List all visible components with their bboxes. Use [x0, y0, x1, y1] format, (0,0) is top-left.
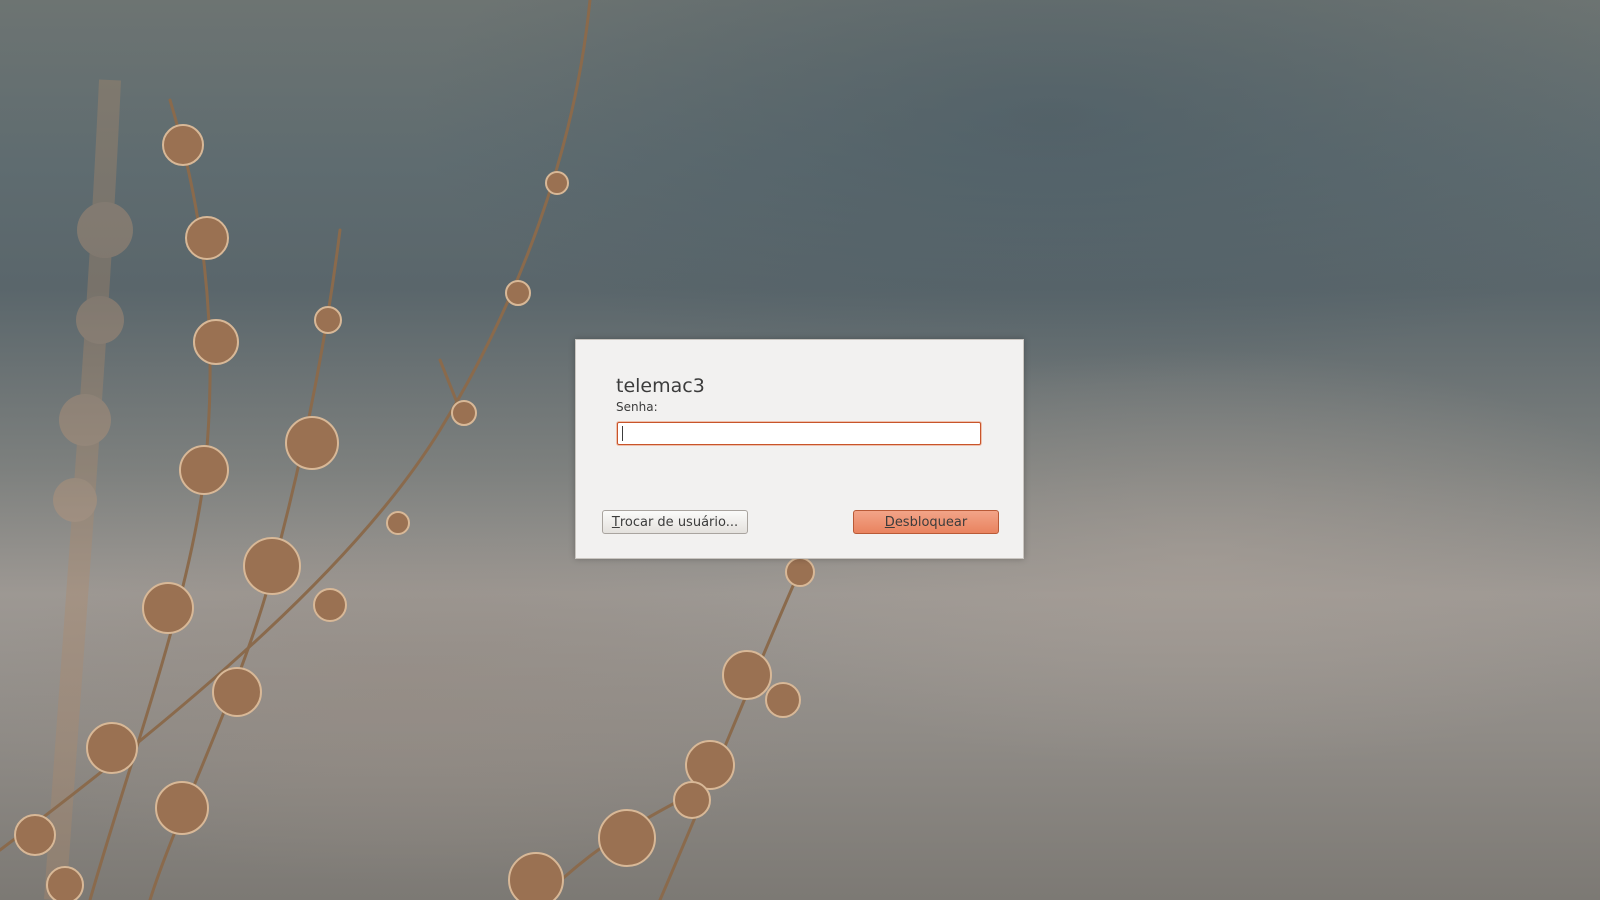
unlock-mnemonic: D	[884, 514, 895, 530]
password-label: Senha:	[616, 400, 658, 414]
unlock-label: esbloquear	[894, 514, 968, 530]
switch-user-label: rocar de usuário...	[619, 514, 739, 530]
switch-user-button[interactable]: Trocar de usuário...	[602, 510, 748, 534]
switch-user-mnemonic: T	[611, 514, 620, 530]
lock-screen-dialog: telemac3 Senha: Trocar de usuário... Des…	[575, 339, 1024, 559]
unlock-button[interactable]: Desbloquear	[853, 510, 999, 534]
username-label: telemac3	[616, 375, 705, 397]
password-input[interactable]	[617, 422, 981, 445]
text-cursor	[622, 426, 623, 441]
